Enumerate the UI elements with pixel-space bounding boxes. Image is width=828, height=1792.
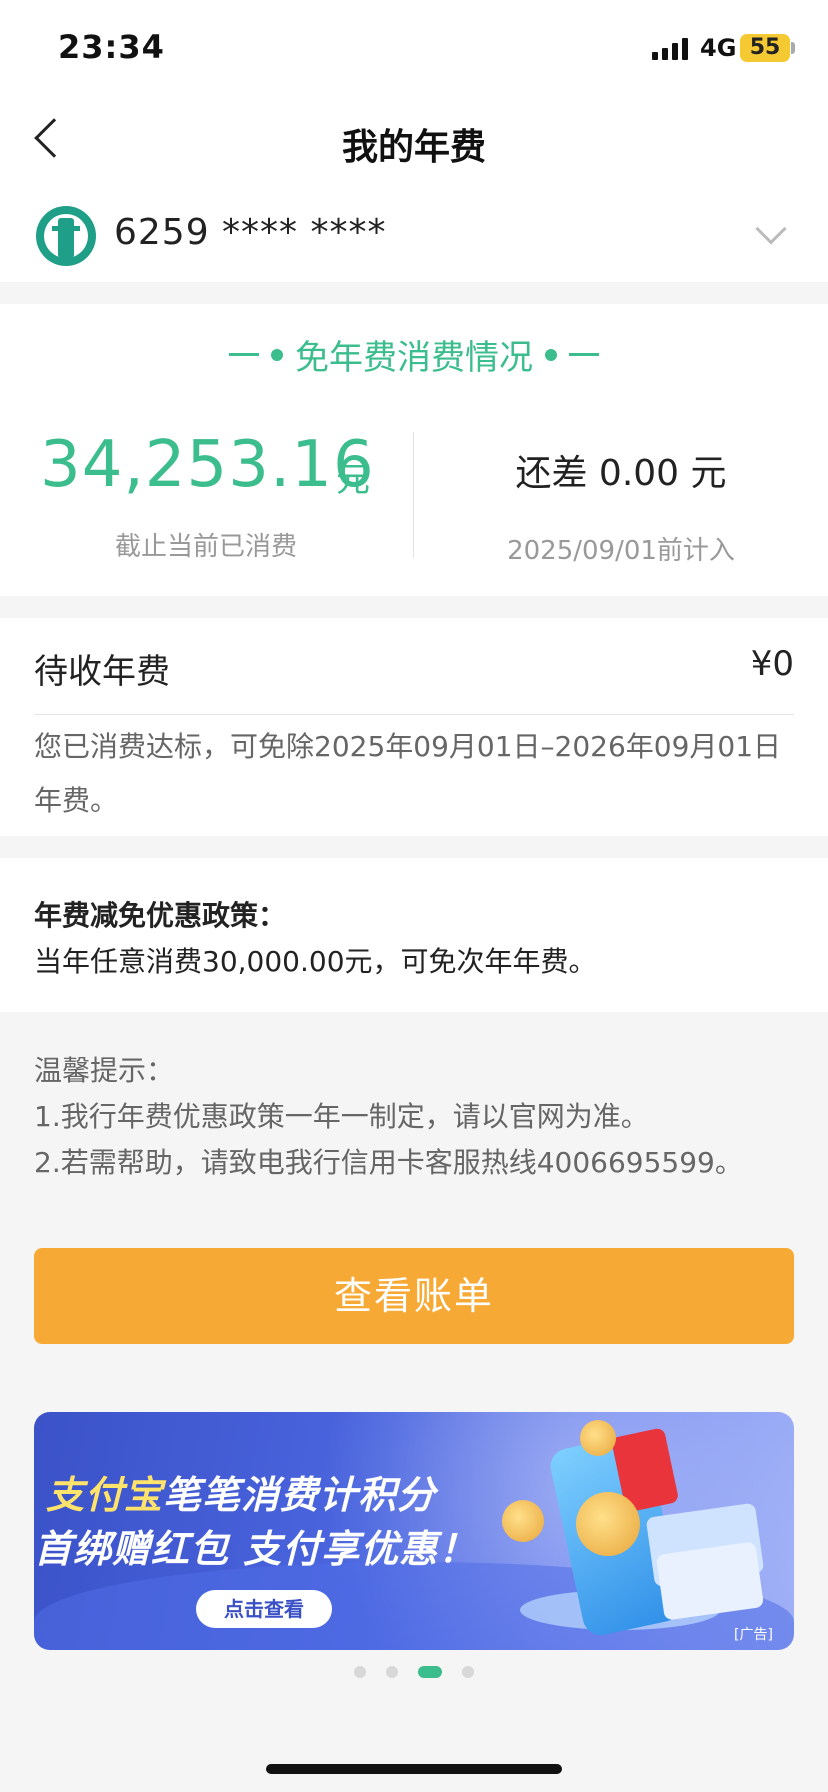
policy-title: 年费减免优惠政策： [34,899,287,932]
remaining-amount: 还差 0.00 元 [515,453,727,494]
policy-card [0,858,828,1012]
tips-line-1: 1.我行年费优惠政策一年一制定，请以官网为准。 [34,1100,649,1133]
battery-tip [791,42,795,54]
tips-title: 温馨提示： [34,1054,175,1087]
tips-line-2: 2.若需帮助，请致电我行信用卡客服热线4006695599。 [34,1146,743,1179]
policy-text: 当年任意消费30,000.00元，可免次年年费。 [34,945,597,978]
title-decoration-right-line [569,353,599,356]
banner-headline-1-rest: 笔笔消费计积分 [163,1473,437,1517]
carousel-dot-active[interactable] [418,1666,442,1678]
battery-icon: 55 [740,34,790,62]
pending-fee-label: 待收年费 [34,652,170,692]
credit-card-graphic-2 [655,1541,765,1621]
view-bill-button[interactable]: 查看账单 [34,1248,794,1344]
page-title: 我的年费 [341,127,486,168]
banner-brand: 支付宝 [46,1473,164,1517]
spent-amount: 34,253.16 [40,428,375,502]
carousel-dot[interactable] [462,1666,474,1678]
pending-fee-note: 您已消费达标，可免除2025年09月01日–2026年09月01日年费。 [34,730,782,817]
banner-headline-1: 支付宝笔笔消费计积分 [46,1464,436,1519]
banner-cta-button[interactable]: 点击查看 [196,1590,332,1628]
ad-tag: [广告] [734,1627,773,1643]
banner-headline-2: 首绑赠红包 支付享优惠！ [34,1527,478,1571]
title-decoration-left-line [229,353,259,356]
coin-icon-top [580,1420,616,1456]
signal-icon [652,36,692,60]
bank-logo-core [58,218,74,258]
stats-title-text: 免年费消费情况 [295,338,533,378]
pending-fee-value: ¥0 [750,644,794,684]
home-indicator[interactable] [266,1764,562,1774]
card-number: 6259 **** **** [114,212,387,253]
title-decoration-right-dot [545,348,557,361]
stats-title: 免年费消费情况 [0,330,828,379]
tips-section: 温馨提示： 1.我行年费优惠政策一年一制定，请以官网为准。 2.若需帮助，请致电… [34,1048,804,1186]
title-decoration-left-dot [271,348,283,361]
coin-icon-small [502,1500,544,1542]
bank-logo-bar [52,226,80,231]
carousel-dot[interactable] [354,1666,366,1678]
carousel-dot[interactable] [386,1666,398,1678]
status-time: 23:34 [58,28,165,66]
network-type: 4G [700,34,737,62]
spent-label: 截止当前已消费 [114,532,297,562]
coin-icon [576,1492,640,1556]
spent-unit: 元 [336,460,370,500]
deadline-label: 2025/09/01前计入 [507,536,735,566]
pending-divider [34,714,794,715]
